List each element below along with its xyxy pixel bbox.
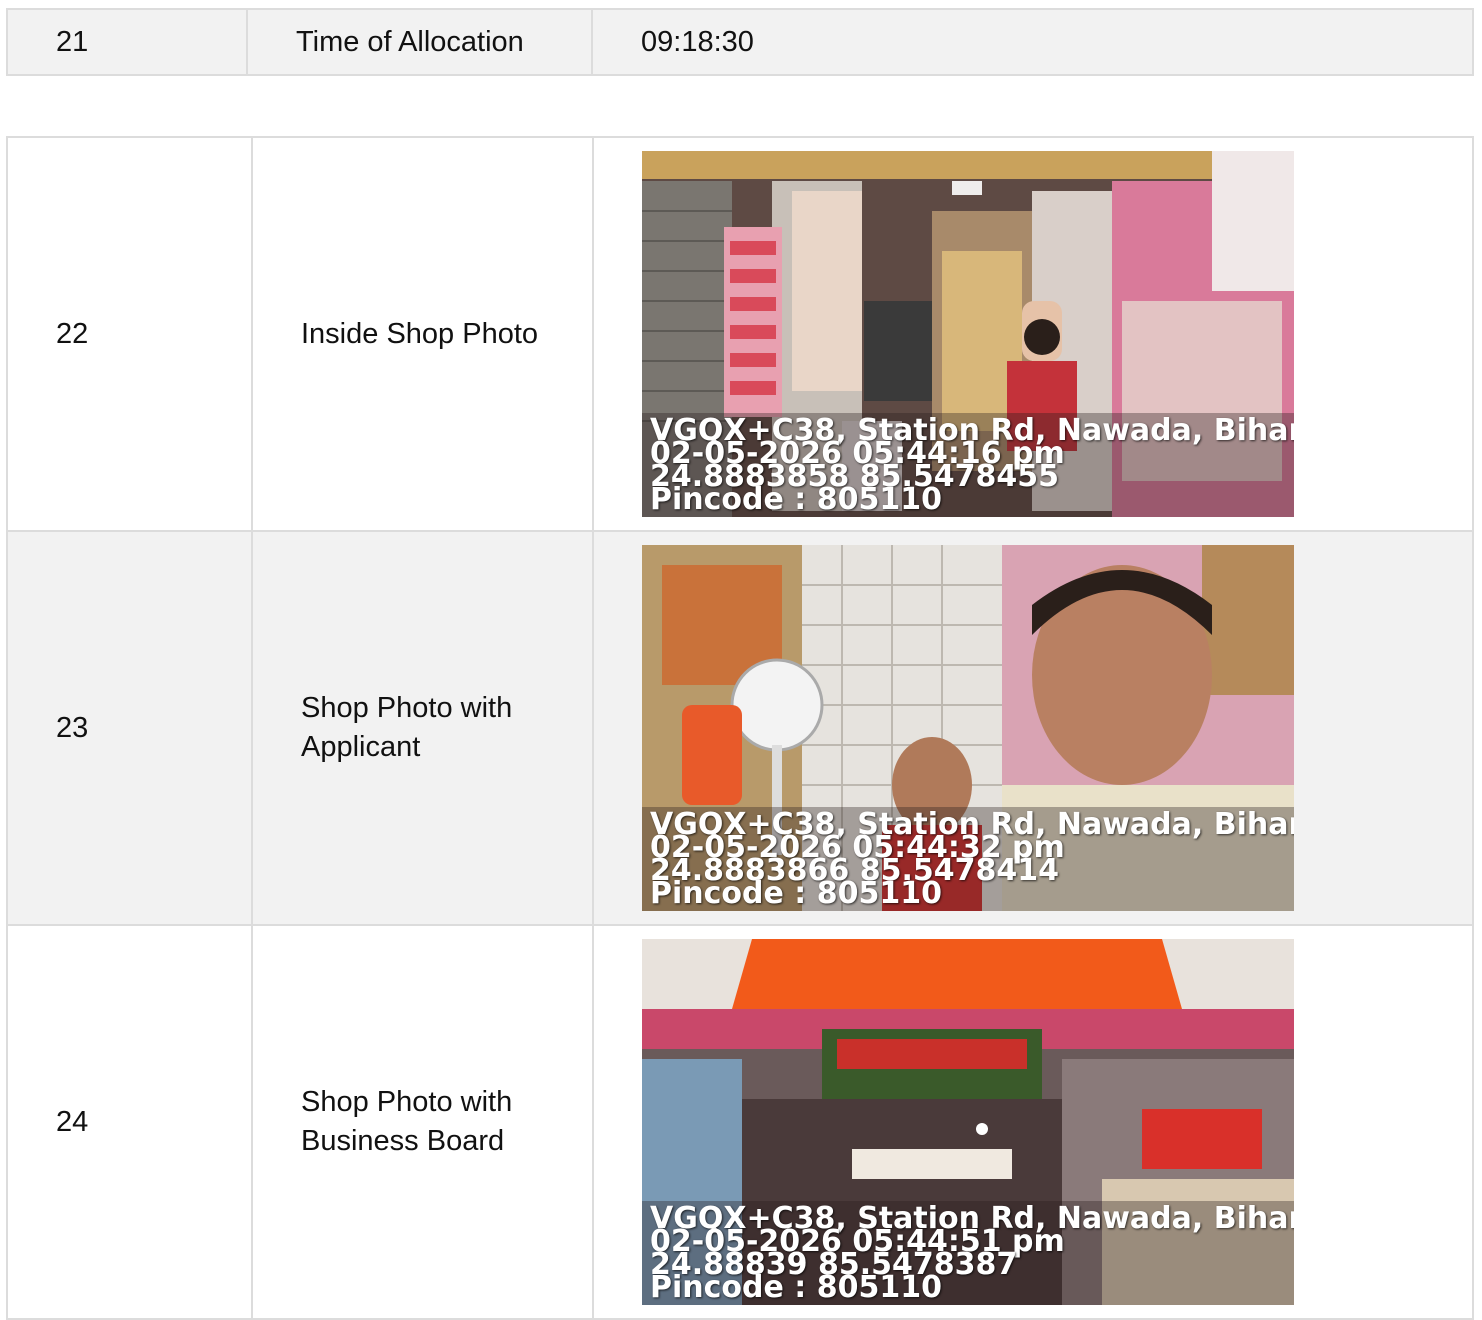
photo-table: 22 Inside Shop Photo VGQX+C38, Station R… [6,136,1474,1320]
table-row: 22 Inside Shop Photo VGQX+C38, Station R… [6,136,1474,532]
row-number: 23 [6,530,253,926]
geo-stamp: VGQX+C38, Station Rd, Nawada, Bihar 80 0… [642,413,1294,517]
photo-cell: VGQX+C38, Station Rd, Nawada, Bihar 80 0… [592,136,1474,532]
shop-photo-with-business-board: VGQX+C38, Station Rd, Nawada, Bihar 80 0… [642,939,1294,1305]
row-label: Shop Photo with Business Board [251,924,594,1320]
row-label: Shop Photo with Applicant [251,530,594,926]
photo-cell: VGQX+C38, Station Rd, Nawada, Bihar 80 0… [592,530,1474,926]
table-row: 24 Shop Photo with Business Board VGQX+C… [6,924,1474,1320]
row-label: Inside Shop Photo [251,136,594,532]
geo-stamp: VGQX+C38, Station Rd, Nawada, Bihar 80 0… [642,1201,1294,1305]
shop-photo-with-applicant: VGQX+C38, Station Rd, Nawada, Bihar 80 0… [642,545,1294,911]
row-number: 21 [6,8,248,76]
row-number: 24 [6,924,253,1320]
row-number: 22 [6,136,253,532]
table-row: 23 Shop Photo with Applicant VGQX+C38, S… [6,530,1474,926]
table-row: 21 Time of Allocation 09:18:30 [6,8,1474,76]
allocation-table: 21 Time of Allocation 09:18:30 [6,8,1474,76]
row-value: 09:18:30 [591,8,1474,76]
inside-shop-photo: VGQX+C38, Station Rd, Nawada, Bihar 80 0… [642,151,1294,517]
row-label: Time of Allocation [246,8,593,76]
photo-cell: VGQX+C38, Station Rd, Nawada, Bihar 80 0… [592,924,1474,1320]
geo-stamp: VGQX+C38, Station Rd, Nawada, Bihar 80 0… [642,807,1294,911]
